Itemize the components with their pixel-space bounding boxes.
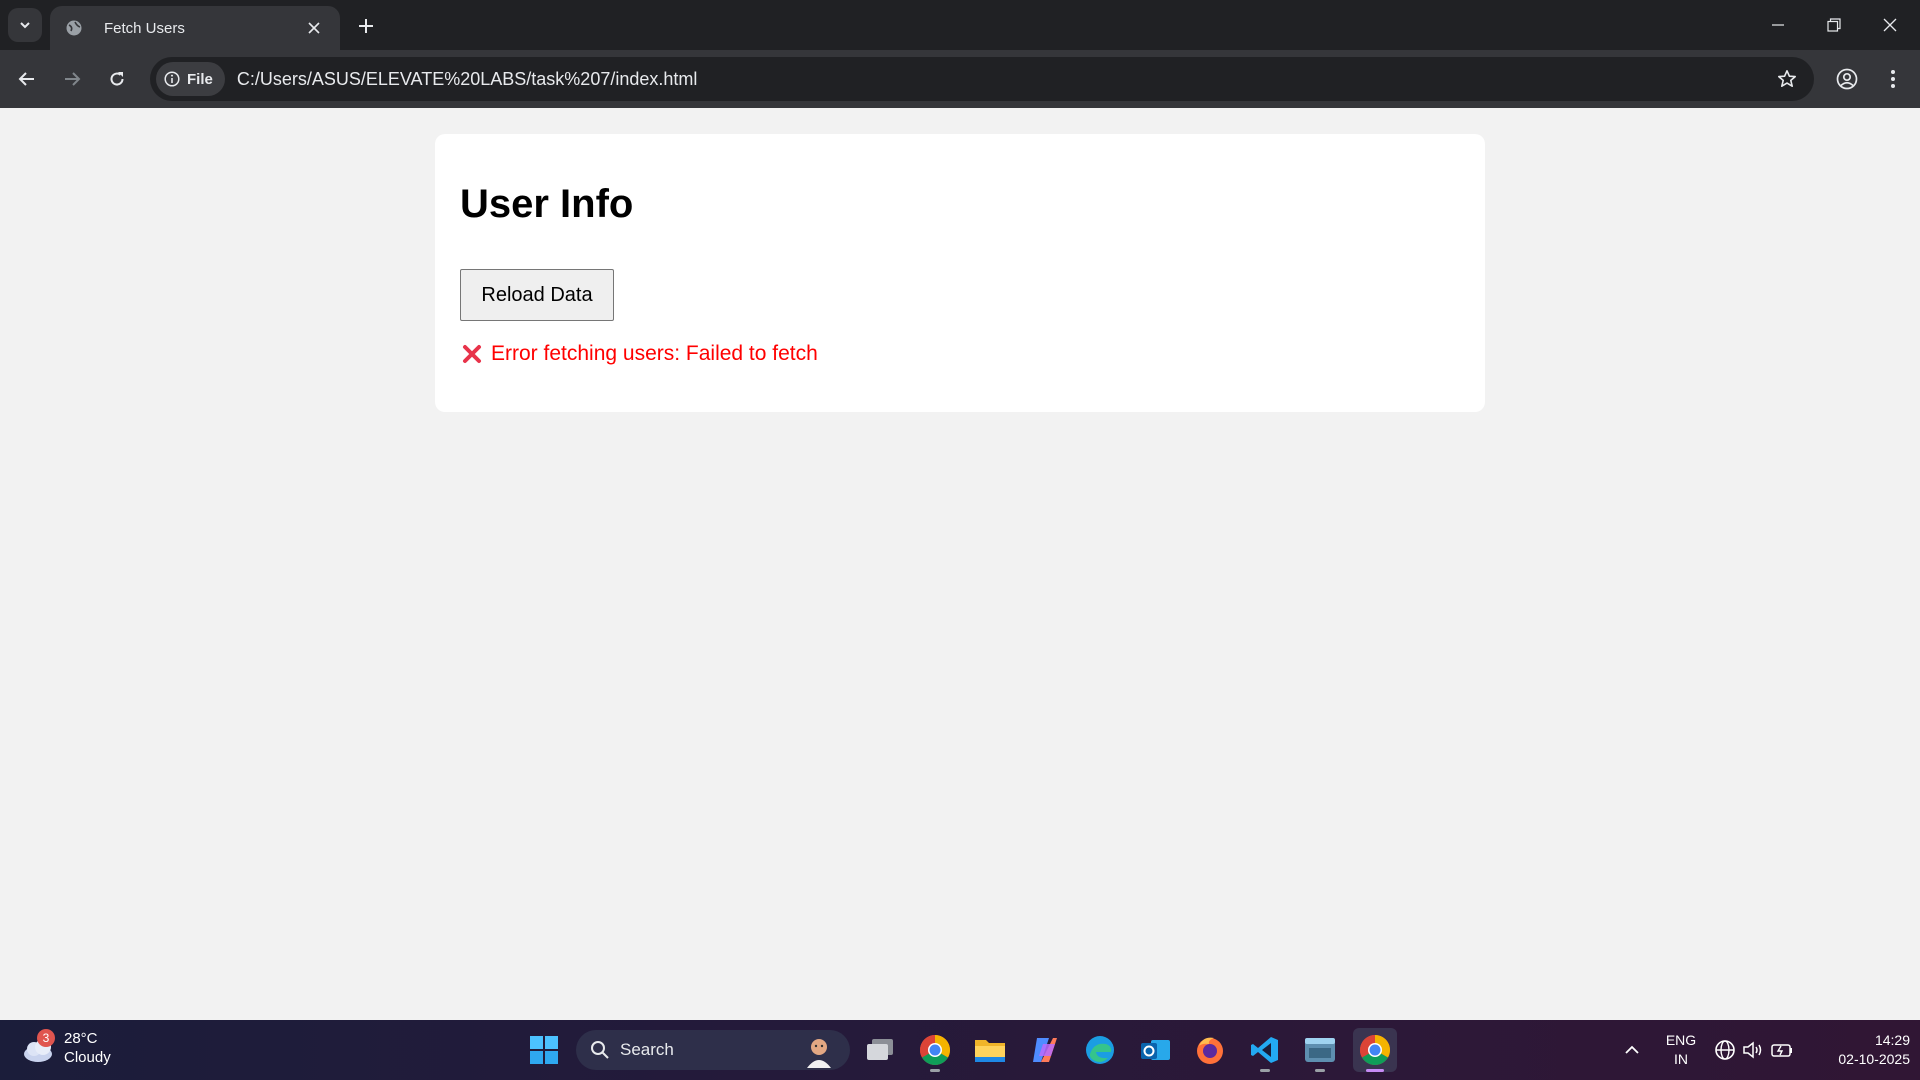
error-text: Error fetching users: Failed to fetch: [491, 342, 818, 365]
vscode-icon: [1251, 1037, 1278, 1063]
running-indicator: [1260, 1069, 1270, 1072]
minimize-icon: [1772, 24, 1784, 26]
clock-time: 14:29: [1874, 1032, 1910, 1048]
close-window-button[interactable]: [1862, 0, 1918, 50]
refresh-icon: [110, 72, 124, 86]
star-icon: [1778, 70, 1796, 87]
volume-icon: [1743, 1041, 1762, 1059]
taskbar-file-explorer[interactable]: [968, 1028, 1012, 1072]
site-chip-label: File: [187, 70, 213, 88]
taskbar-chrome[interactable]: [913, 1028, 957, 1072]
forward-button[interactable]: [54, 61, 90, 97]
account-icon: [1836, 68, 1858, 90]
user-info-card: User Info Reload Data Error fetching use…: [435, 134, 1485, 412]
clock[interactable]: 14:29 02-10-2025: [1810, 1031, 1910, 1069]
chrome-icon: [919, 1035, 951, 1066]
taskbar-firefox[interactable]: [1188, 1028, 1232, 1072]
active-tab[interactable]: Fetch Users: [50, 6, 340, 50]
taskbar: 3 28°C Cloudy Search ENG IN 14:29 02-10-…: [0, 1020, 1920, 1080]
bookmark-button[interactable]: [1770, 62, 1804, 96]
language-region: IN: [1674, 1051, 1688, 1067]
task-view-icon: [867, 1039, 893, 1060]
browser-toolbar: File C:/Users/ASUS/ELEVATE%20LABS/task%2…: [0, 50, 1920, 108]
weather-widget[interactable]: 3 28°C Cloudy: [20, 1028, 111, 1068]
folder-icon: [975, 1040, 1005, 1062]
tab-title: Fetch Users: [104, 19, 185, 37]
tab-strip: Fetch Users: [0, 0, 1920, 50]
search-label: Search: [620, 1040, 674, 1059]
taskbar-outlook[interactable]: [1133, 1028, 1177, 1072]
windows-logo-icon: [530, 1036, 558, 1064]
reload-data-button[interactable]: Reload Data: [460, 269, 614, 321]
running-indicator: [1315, 1069, 1325, 1072]
edge-icon: [1086, 1036, 1114, 1064]
info-icon: [164, 71, 180, 87]
taskbar-copilot[interactable]: [1023, 1028, 1067, 1072]
reload-page-button[interactable]: [99, 61, 135, 97]
taskbar-search[interactable]: Search: [576, 1030, 850, 1070]
site-info-chip[interactable]: File: [156, 62, 225, 96]
plus-icon: [359, 19, 373, 33]
more-vertical-icon: [1891, 70, 1895, 88]
language-indicator[interactable]: ENG IN: [1660, 1031, 1702, 1069]
globe-icon: [64, 18, 84, 38]
copilot-icon: [1033, 1038, 1057, 1062]
chevron-up-icon: [1625, 1045, 1639, 1054]
restore-button[interactable]: [1806, 0, 1862, 50]
task-view-button[interactable]: [858, 1028, 902, 1072]
profile-button[interactable]: [1829, 61, 1865, 97]
tab-search-button[interactable]: [8, 8, 42, 42]
taskbar-vscode[interactable]: [1243, 1028, 1287, 1072]
chrome-icon: [1359, 1035, 1391, 1066]
quick-settings[interactable]: [1706, 1028, 1802, 1072]
show-hidden-icons-button[interactable]: [1610, 1028, 1654, 1072]
address-bar[interactable]: File C:/Users/ASUS/ELEVATE%20LABS/task%2…: [150, 57, 1814, 101]
weather-badge: 3: [37, 1029, 55, 1047]
clock-date: 02-10-2025: [1838, 1051, 1910, 1067]
menu-button[interactable]: [1875, 61, 1911, 97]
battery-icon: [1771, 1044, 1792, 1057]
search-icon: [591, 1041, 609, 1059]
cross-mark-icon: [463, 345, 481, 363]
restore-icon: [1827, 18, 1841, 32]
back-button[interactable]: [9, 61, 45, 97]
outlook-icon: [1141, 1040, 1170, 1060]
cloud-icon: 3: [20, 1028, 60, 1068]
arrow-left-icon: [18, 72, 34, 86]
weather-description: Cloudy: [64, 1049, 111, 1066]
window-app-icon: [1305, 1038, 1335, 1062]
start-button[interactable]: [522, 1028, 566, 1072]
tab-close-button[interactable]: [302, 16, 326, 40]
new-tab-button[interactable]: [352, 12, 380, 40]
close-icon: [1883, 18, 1897, 32]
search-highlight-icon: [807, 1039, 831, 1068]
arrow-right-icon: [65, 72, 81, 86]
url-text[interactable]: C:/Users/ASUS/ELEVATE%20LABS/task%207/in…: [237, 69, 698, 90]
language-code: ENG: [1665, 1032, 1697, 1048]
taskbar-chrome-active[interactable]: [1353, 1028, 1397, 1072]
network-globe-icon: [1715, 1040, 1735, 1060]
chevron-down-icon: [20, 22, 30, 29]
active-indicator: [1366, 1069, 1384, 1072]
weather-temperature: 28°C: [64, 1030, 98, 1047]
running-indicator: [930, 1069, 940, 1072]
taskbar-edge[interactable]: [1078, 1028, 1122, 1072]
page-title: User Info: [460, 182, 634, 226]
minimize-button[interactable]: [1750, 0, 1806, 50]
page-viewport: User Info Reload Data Error fetching use…: [0, 108, 1920, 1020]
taskbar-terminal-app[interactable]: [1298, 1028, 1342, 1072]
error-message: Error fetching users: Failed to fetch: [461, 342, 818, 366]
firefox-icon: [1197, 1037, 1223, 1064]
close-icon: [308, 22, 320, 34]
